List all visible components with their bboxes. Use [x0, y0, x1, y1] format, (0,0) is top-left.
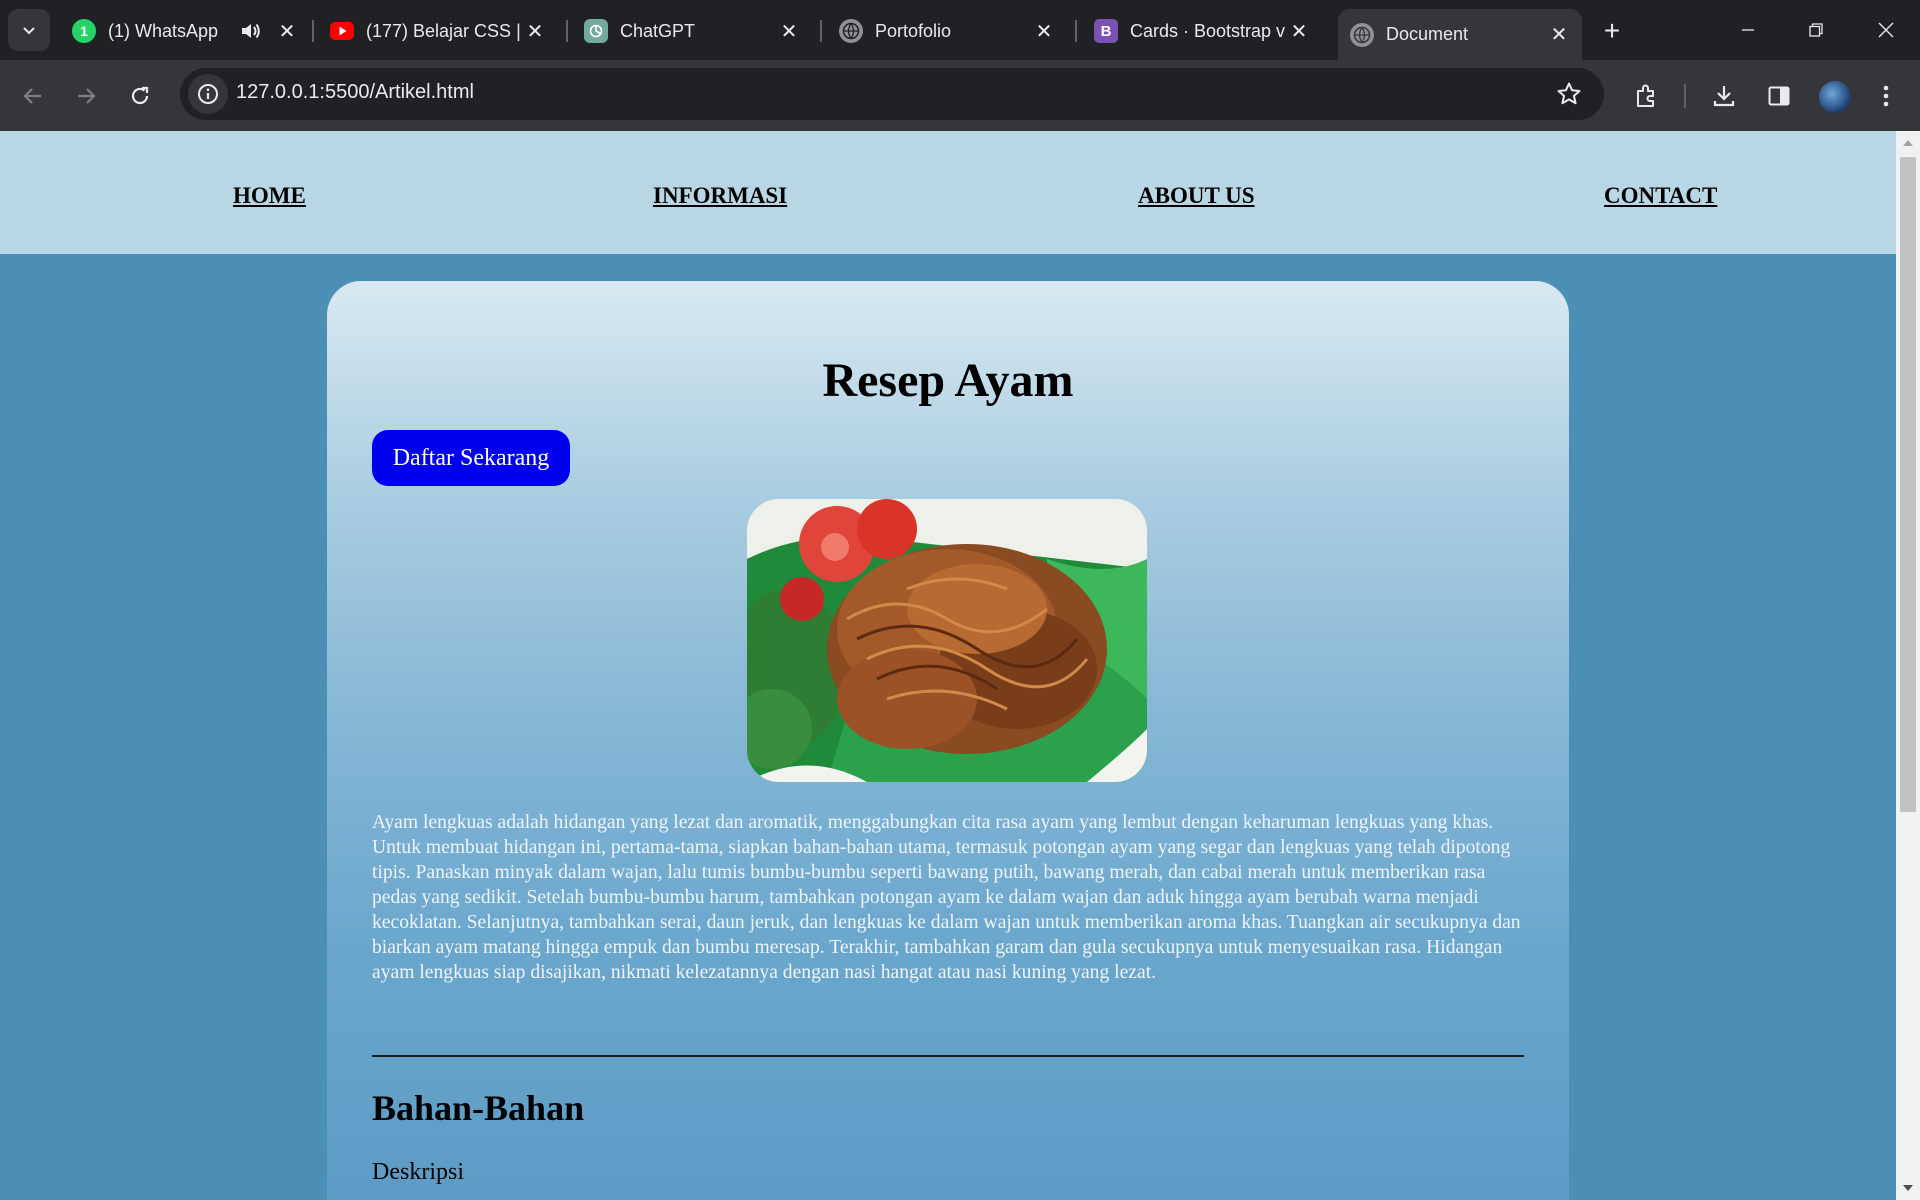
bookmark-star-icon[interactable]: [1556, 81, 1582, 112]
page-title: Resep Ayam: [822, 354, 1074, 407]
nav-informasi-link[interactable]: INFORMASI: [653, 183, 787, 209]
tab-title: Portofolio: [875, 20, 952, 41]
tab-separator: [1075, 20, 1077, 42]
chevron-down-icon: [23, 27, 35, 35]
ayam-lengkuas-photo: [747, 499, 1147, 782]
downloads-icon[interactable]: [1706, 78, 1742, 114]
section-heading: Bahan-Bahan: [372, 1088, 585, 1128]
address-bar[interactable]: 127.0.0.1:5500/Artikel.html: [180, 68, 1604, 120]
forward-icon[interactable]: [68, 78, 104, 114]
article-body: Ayam lengkuas adalah hidangan yang lezat…: [372, 810, 1524, 985]
profile-avatar[interactable]: [1817, 79, 1853, 115]
speaker-icon[interactable]: [240, 21, 262, 41]
close-tab-icon[interactable]: ✕: [778, 20, 800, 43]
site-navbar: HOME INFORMASI ABOUT US CONTACT: [0, 131, 1896, 254]
chatgpt-icon: [584, 19, 608, 43]
tab-title: (177) Belajar CSS |: [366, 20, 521, 41]
tab-youtube[interactable]: (177) Belajar CSS | ✕: [318, 9, 558, 53]
browser-toolbar: 127.0.0.1:5500/Artikel.html: [0, 60, 1920, 132]
nav-contact-link[interactable]: CONTACT: [1604, 183, 1717, 209]
tab-whatsapp[interactable]: 1 (1) WhatsApp ✕: [60, 9, 310, 53]
article-paragraph: Untuk membuat hidangan ini, pertama-tama…: [372, 837, 1521, 983]
restore-icon[interactable]: [1796, 12, 1836, 48]
register-button[interactable]: Daftar Sekarang: [372, 430, 570, 486]
bootstrap-icon: B: [1094, 19, 1118, 43]
tab-title: Cards · Bootstrap v: [1130, 20, 1286, 41]
nav-about-us-link[interactable]: ABOUT US: [1138, 183, 1255, 209]
side-panel-icon[interactable]: [1761, 78, 1797, 114]
tab-document[interactable]: Document ✕: [1338, 9, 1582, 60]
scrollbar-thumb[interactable]: [1900, 157, 1916, 812]
tab-separator: [566, 20, 568, 42]
article-card: Resep Ayam Daftar Sekarang Ayam lengkuas…: [327, 281, 1569, 1200]
close-tab-icon[interactable]: ✕: [524, 20, 546, 43]
scroll-down-icon[interactable]: [1896, 1176, 1920, 1200]
close-window-icon[interactable]: [1866, 12, 1906, 48]
close-tab-icon[interactable]: ✕: [1033, 20, 1055, 43]
tab-portofolio[interactable]: Portofolio ✕: [827, 9, 1067, 53]
minimize-icon[interactable]: [1728, 12, 1768, 48]
article-paragraph: Ayam lengkuas adalah hidangan yang lezat…: [372, 812, 1494, 833]
reload-icon[interactable]: [122, 78, 158, 114]
tab-separator: [820, 20, 822, 42]
close-tab-icon[interactable]: ✕: [1288, 20, 1310, 43]
tab-strip: 1 (1) WhatsApp ✕ (177) Belajar CSS | ✕ C…: [0, 0, 1920, 60]
toolbar-separator: [1684, 84, 1686, 108]
close-tab-icon[interactable]: ✕: [1548, 24, 1570, 46]
extensions-icon[interactable]: [1628, 78, 1664, 114]
back-icon[interactable]: [15, 78, 51, 114]
url-text[interactable]: 127.0.0.1:5500/Artikel.html: [236, 81, 474, 104]
close-tab-icon[interactable]: ✕: [276, 20, 298, 43]
nav-home-link[interactable]: HOME: [233, 183, 306, 209]
page-scrollbar[interactable]: [1896, 131, 1920, 1200]
tab-separator: [312, 20, 314, 42]
new-tab-icon[interactable]: +: [1595, 14, 1629, 48]
whatsapp-icon: 1: [72, 19, 96, 43]
tab-search-button[interactable]: [8, 9, 50, 51]
tab-chatgpt[interactable]: ChatGPT ✕: [572, 9, 812, 53]
tab-title: (1) WhatsApp: [108, 20, 219, 41]
section-divider: [372, 1055, 1524, 1057]
tab-title: ChatGPT: [620, 20, 696, 41]
site-info-icon[interactable]: [188, 74, 228, 114]
globe-icon: [1350, 22, 1374, 47]
more-menu-icon[interactable]: [1868, 78, 1904, 114]
tab-title: Document: [1386, 24, 1469, 44]
page-viewport: HOME INFORMASI ABOUT US CONTACT Resep Ay…: [0, 131, 1896, 1200]
globe-icon: [839, 19, 863, 43]
section-description: Deskripsi: [372, 1159, 464, 1185]
scroll-up-icon[interactable]: [1896, 131, 1920, 155]
tab-bootstrap[interactable]: B Cards · Bootstrap v ✕: [1082, 9, 1322, 53]
youtube-icon: [330, 19, 354, 43]
